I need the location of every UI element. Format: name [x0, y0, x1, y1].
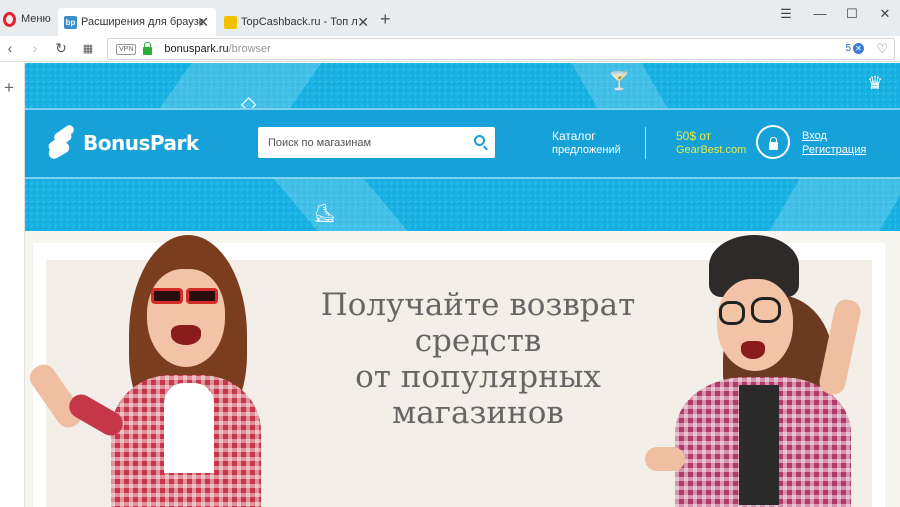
champagne-icon: 🍸 — [608, 71, 631, 91]
extension-count: 5 — [845, 43, 851, 54]
account-lock-icon — [756, 125, 790, 159]
promo-link[interactable]: 50$ от GearBest.com — [676, 129, 746, 157]
bonuspark-logo[interactable]: BonusPark — [45, 123, 199, 161]
lock-favicon-icon — [224, 15, 237, 29]
back-icon[interactable]: ‹ — [2, 40, 18, 56]
hero-banner: Получайте возврат средств от популярных … — [25, 235, 885, 507]
woman-left-image — [25, 235, 293, 507]
search-input[interactable] — [268, 136, 468, 149]
crown-icon: ♛ — [867, 73, 884, 93]
login-link[interactable]: Вход — [802, 129, 866, 143]
url-path: /browser — [228, 43, 271, 55]
minimize-icon[interactable]: — — [810, 6, 830, 21]
tab-title: TopCashback.ru - Топ луч — [241, 16, 357, 28]
new-tab-button[interactable]: + — [380, 9, 391, 30]
speed-dial-icon[interactable]: ▦ — [80, 42, 96, 55]
skate-icon: ⛸ — [313, 203, 336, 223]
site-header: BonusPark Каталог предложений 50$ от Gea… — [25, 108, 900, 179]
url-host: bonuspark.ru — [164, 43, 229, 55]
headline-line2: средств — [414, 323, 542, 359]
opera-logo-icon — [3, 11, 16, 27]
promo-line2: GearBest.com — [676, 144, 747, 156]
menu-label: Меню — [21, 13, 51, 25]
close-tab-icon[interactable]: ✕ — [197, 14, 209, 31]
tab-title: Расширения для браузер — [81, 16, 203, 28]
extension-button[interactable]: 5 ✕ — [845, 43, 864, 54]
search-icon[interactable] — [474, 135, 485, 146]
tab-bonuspark[interactable]: bp Расширения для браузер ✕ — [58, 8, 216, 36]
auth-links: Вход Регистрация — [802, 129, 866, 157]
address-bar: ‹ › ↻ ▦ VPN bonuspark.ru /browser 5 ✕ ♡ — [0, 36, 900, 62]
bookmark-heart-icon[interactable]: ♡ — [876, 41, 888, 57]
tab-topcashback[interactable]: TopCashback.ru - Топ луч ✕ — [218, 8, 376, 36]
catalog-link[interactable]: Каталог предложений — [552, 129, 621, 157]
close-tab-icon[interactable]: ✕ — [357, 14, 369, 31]
url-field[interactable]: VPN bonuspark.ru /browser 5 ✕ ♡ — [107, 38, 895, 60]
vpn-badge[interactable]: VPN — [116, 43, 137, 55]
hand-logo-icon — [45, 123, 79, 161]
secure-lock-icon[interactable] — [143, 41, 153, 55]
bonuspark-favicon-icon: bp — [64, 15, 77, 29]
woman-right-image — [613, 235, 893, 507]
headline-line1: Получайте возврат — [320, 287, 636, 323]
page-content: ◇ 🍸 ♛ ⛸ BonusPark Каталог предложений 50… — [25, 63, 900, 507]
maximize-icon[interactable]: ☐ — [842, 6, 862, 22]
promo-line1: 50$ от — [676, 129, 712, 143]
logo-text: BonusPark — [83, 131, 199, 155]
catalog-line1: Каталог — [552, 129, 596, 143]
headline-line3: от популярных — [355, 359, 601, 395]
opera-sidebar: + — [0, 62, 25, 507]
forward-icon[interactable]: › — [27, 40, 43, 56]
add-sidebar-item-icon[interactable]: + — [4, 78, 14, 98]
light-ray — [158, 63, 322, 110]
opera-menu-button[interactable]: Меню — [0, 7, 51, 31]
extension-icon: ✕ — [853, 43, 864, 54]
reload-icon[interactable]: ↻ — [53, 40, 69, 57]
headline-line4: магазинов — [392, 395, 564, 431]
catalog-line2: предложений — [552, 144, 621, 156]
light-ray — [272, 177, 408, 231]
shop-search — [258, 127, 495, 158]
divider — [645, 127, 646, 159]
close-window-icon[interactable]: ✕ — [875, 6, 895, 22]
tab-menu-icon[interactable]: ☰ — [776, 6, 796, 22]
register-link[interactable]: Регистрация — [802, 143, 866, 157]
hero-headline: Получайте возврат средств от популярных … — [293, 287, 663, 431]
browser-tab-bar: Меню bp Расширения для браузер ✕ TopCash… — [0, 0, 900, 36]
light-ray — [769, 177, 900, 231]
